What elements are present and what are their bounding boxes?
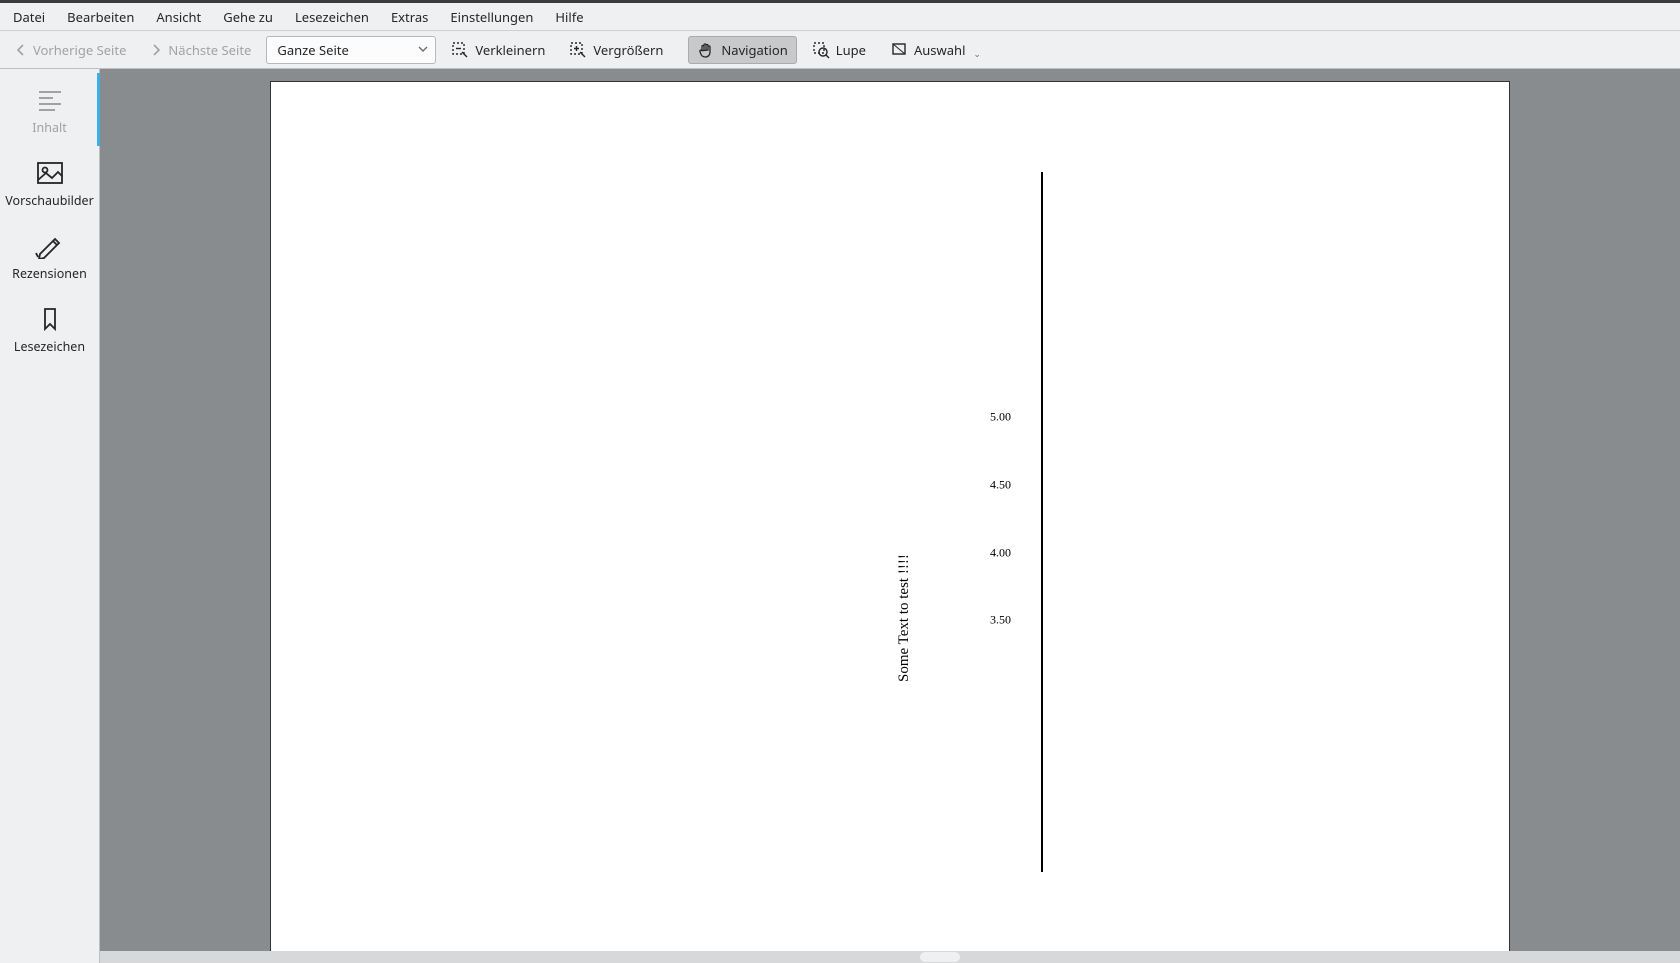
chevron-left-icon: [15, 44, 27, 56]
chart-ytick: 5.00: [961, 410, 1011, 425]
next-page-label: Nächste Seite: [168, 41, 251, 59]
menubar: Datei Bearbeiten Ansicht Gehe zu Lesezei…: [0, 3, 1680, 31]
menu-gehe-zu[interactable]: Gehe zu: [212, 4, 284, 30]
menu-lesezeichen[interactable]: Lesezeichen: [284, 4, 380, 30]
contents-icon: [35, 87, 65, 113]
chart-ylabel: Some Text to test !!!!: [896, 554, 913, 682]
menu-einstellungen[interactable]: Einstellungen: [439, 4, 544, 30]
magnifier-tool-button[interactable]: Lupe: [803, 36, 875, 64]
selection-tool-button[interactable]: Auswahl ⌄: [881, 36, 990, 64]
chart-ytick: 3.50: [961, 613, 1011, 628]
sidebar-item-label: Vorschaubilder: [5, 192, 93, 209]
sidebar-item-bookmarks[interactable]: Lesezeichen: [0, 292, 99, 365]
document-page: 5.00 4.50 4.00 3.50 Some Text to test !!…: [270, 81, 1510, 963]
side-panel: Inhalt Vorschaubilder: [0, 69, 100, 963]
chart-y-axis: [1041, 172, 1043, 872]
next-page-button[interactable]: Nächste Seite: [141, 36, 260, 64]
zoom-out-icon: [451, 41, 469, 59]
chevron-down-icon: ⌄: [971, 39, 981, 60]
zoom-mode-select[interactable]: Ganze Seite: [266, 36, 436, 64]
zoom-in-label: Vergrößern: [593, 41, 663, 59]
prev-page-label: Vorherige Seite: [33, 41, 126, 59]
toolbar: Vorherige Seite Nächste Seite Ganze Seit…: [0, 31, 1680, 69]
chart-ytick: 4.50: [961, 478, 1011, 493]
hand-icon: [697, 41, 715, 59]
sidebar-item-contents[interactable]: Inhalt: [0, 73, 99, 146]
reviews-icon: [35, 233, 65, 259]
menu-datei[interactable]: Datei: [2, 4, 56, 30]
sidebar-item-label: Inhalt: [32, 119, 66, 136]
prev-page-button[interactable]: Vorherige Seite: [6, 36, 135, 64]
menu-extras[interactable]: Extras: [380, 4, 439, 30]
sidebar-item-label: Lesezeichen: [14, 338, 85, 355]
selection-icon: [890, 41, 908, 59]
magnifier-label: Lupe: [836, 41, 866, 59]
magnifier-icon: [812, 41, 830, 59]
zoom-mode-value: Ganze Seite: [277, 41, 348, 59]
document-viewport[interactable]: 5.00 4.50 4.00 3.50 Some Text to test !!…: [100, 69, 1680, 963]
thumbnails-icon: [35, 160, 65, 186]
sidebar-item-reviews[interactable]: Rezensionen: [0, 219, 99, 292]
chevron-down-icon: [417, 41, 429, 59]
sidebar-item-thumbnails[interactable]: Vorschaubilder: [0, 146, 99, 219]
zoom-in-button[interactable]: Vergrößern: [560, 36, 672, 64]
zoom-out-button[interactable]: Verkleinern: [442, 36, 554, 64]
zoom-out-label: Verkleinern: [475, 41, 545, 59]
menu-bearbeiten[interactable]: Bearbeiten: [56, 4, 145, 30]
scrollbar-thumb[interactable]: [920, 952, 960, 962]
horizontal-scrollbar[interactable]: [100, 951, 1680, 963]
navigation-tool-button[interactable]: Navigation: [688, 36, 796, 64]
bookmark-icon: [35, 306, 65, 332]
zoom-in-icon: [569, 41, 587, 59]
sidebar-item-label: Rezensionen: [12, 265, 87, 282]
chevron-right-icon: [150, 44, 162, 56]
menu-ansicht[interactable]: Ansicht: [145, 4, 212, 30]
selection-label: Auswahl: [914, 41, 965, 59]
menu-hilfe[interactable]: Hilfe: [544, 4, 594, 30]
chart: 5.00 4.50 4.00 3.50 Some Text to test !!…: [771, 172, 1091, 872]
chart-ytick: 4.00: [961, 546, 1011, 561]
navigation-label: Navigation: [721, 41, 787, 59]
